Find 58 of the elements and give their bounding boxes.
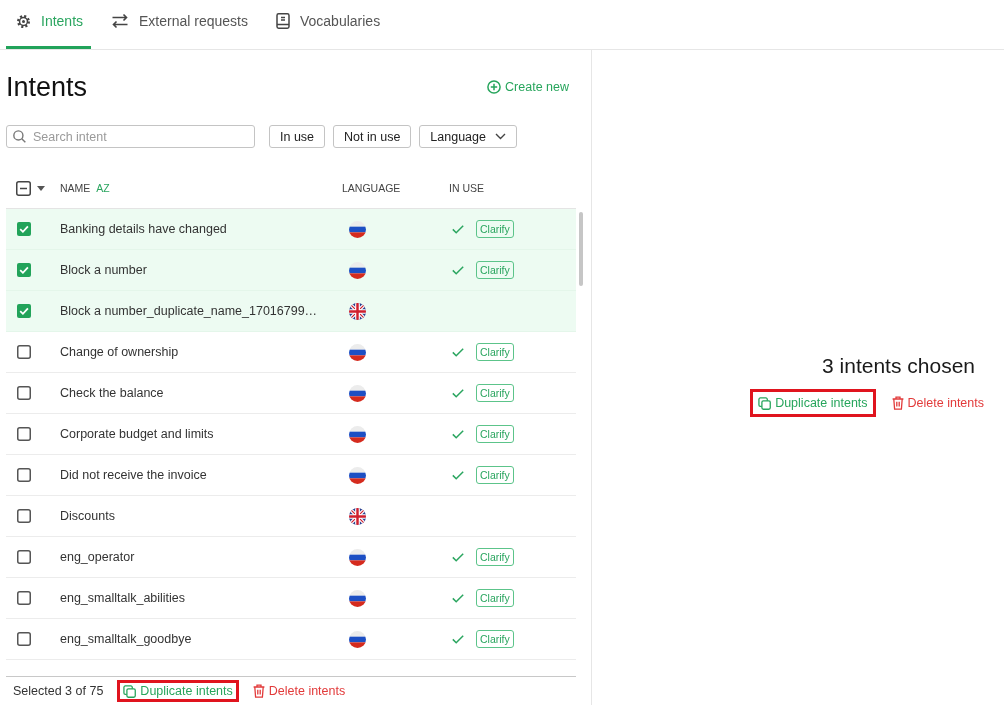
intent-name[interactable]: eng_operator xyxy=(60,550,135,564)
intent-name[interactable]: Corporate budget and limits xyxy=(60,427,214,441)
status-badge: Clarify xyxy=(476,220,514,238)
row-checkbox[interactable] xyxy=(17,591,31,605)
tab[interactable]: Vocabularies xyxy=(266,0,389,49)
scrollbar[interactable] xyxy=(579,212,583,286)
copy-icon xyxy=(758,396,772,410)
intent-name[interactable]: Banking details have changed xyxy=(60,222,227,236)
row-checkbox[interactable] xyxy=(17,263,31,277)
caret-down-icon[interactable] xyxy=(37,185,45,191)
selection-count: Selected 3 of 75 xyxy=(13,684,104,698)
status-badge: Clarify xyxy=(476,630,514,648)
row-checkbox[interactable] xyxy=(17,222,31,236)
select-all-checkbox[interactable] xyxy=(16,180,31,196)
search-field[interactable]: Search intent xyxy=(6,125,255,148)
column-header: LANGUAGE xyxy=(342,182,401,194)
selection-title: 3 intents chosen xyxy=(822,353,975,379)
row-checkbox[interactable] xyxy=(17,550,31,564)
intent-name[interactable]: eng_smalltalk_goodbye xyxy=(60,632,192,646)
gear-icon xyxy=(16,13,31,29)
intent-name[interactable]: eng_smalltalk_abilities xyxy=(60,591,186,605)
page-title: Intents xyxy=(6,71,88,103)
row-checkbox[interactable] xyxy=(17,304,31,318)
language-dropdown[interactable]: Language xyxy=(419,125,517,148)
status-badge: Clarify xyxy=(476,589,514,607)
column-header: NAME xyxy=(60,182,91,194)
status-badge: Clarify xyxy=(476,425,514,443)
book-icon xyxy=(276,13,290,29)
row-checkbox[interactable] xyxy=(17,427,31,441)
status-badge: Clarify xyxy=(476,384,514,402)
filter-button[interactable]: Not in use xyxy=(333,125,412,148)
intent-name[interactable]: Change of ownership xyxy=(60,345,179,359)
intent-name[interactable]: Check the balance xyxy=(60,386,164,400)
row-checkbox[interactable] xyxy=(17,345,31,359)
intent-name[interactable]: Discounts xyxy=(60,509,115,523)
trash-icon xyxy=(891,396,904,410)
intent-name[interactable]: Did not receive the invoice xyxy=(60,468,207,482)
intent-name[interactable]: Block a number xyxy=(60,263,147,277)
trash-icon xyxy=(252,684,265,698)
swap-arrows-icon xyxy=(111,13,130,29)
status-badge: Clarify xyxy=(476,548,514,566)
copy-icon xyxy=(123,684,137,698)
chevron-down-icon xyxy=(494,133,506,140)
row-checkbox[interactable] xyxy=(17,468,31,482)
status-badge: Clarify xyxy=(476,261,514,279)
row-checkbox[interactable] xyxy=(17,509,31,523)
search-icon xyxy=(13,130,26,143)
row-checkbox[interactable] xyxy=(17,386,31,400)
delete-intents-button[interactable]: Delete intents xyxy=(246,680,352,702)
delete-intents-button[interactable]: Delete intents xyxy=(883,389,992,417)
intent-name[interactable]: Block a number_duplicate_name_17016799… xyxy=(60,304,318,318)
filter-button[interactable]: In use xyxy=(269,125,326,148)
column-header: IN USE xyxy=(449,182,484,194)
row-checkbox[interactable] xyxy=(17,632,31,646)
status-badge: Clarify xyxy=(476,466,514,484)
tab[interactable]: External requests xyxy=(101,0,256,49)
status-badge: Clarify xyxy=(476,343,514,361)
plus-circle-icon xyxy=(487,80,502,94)
